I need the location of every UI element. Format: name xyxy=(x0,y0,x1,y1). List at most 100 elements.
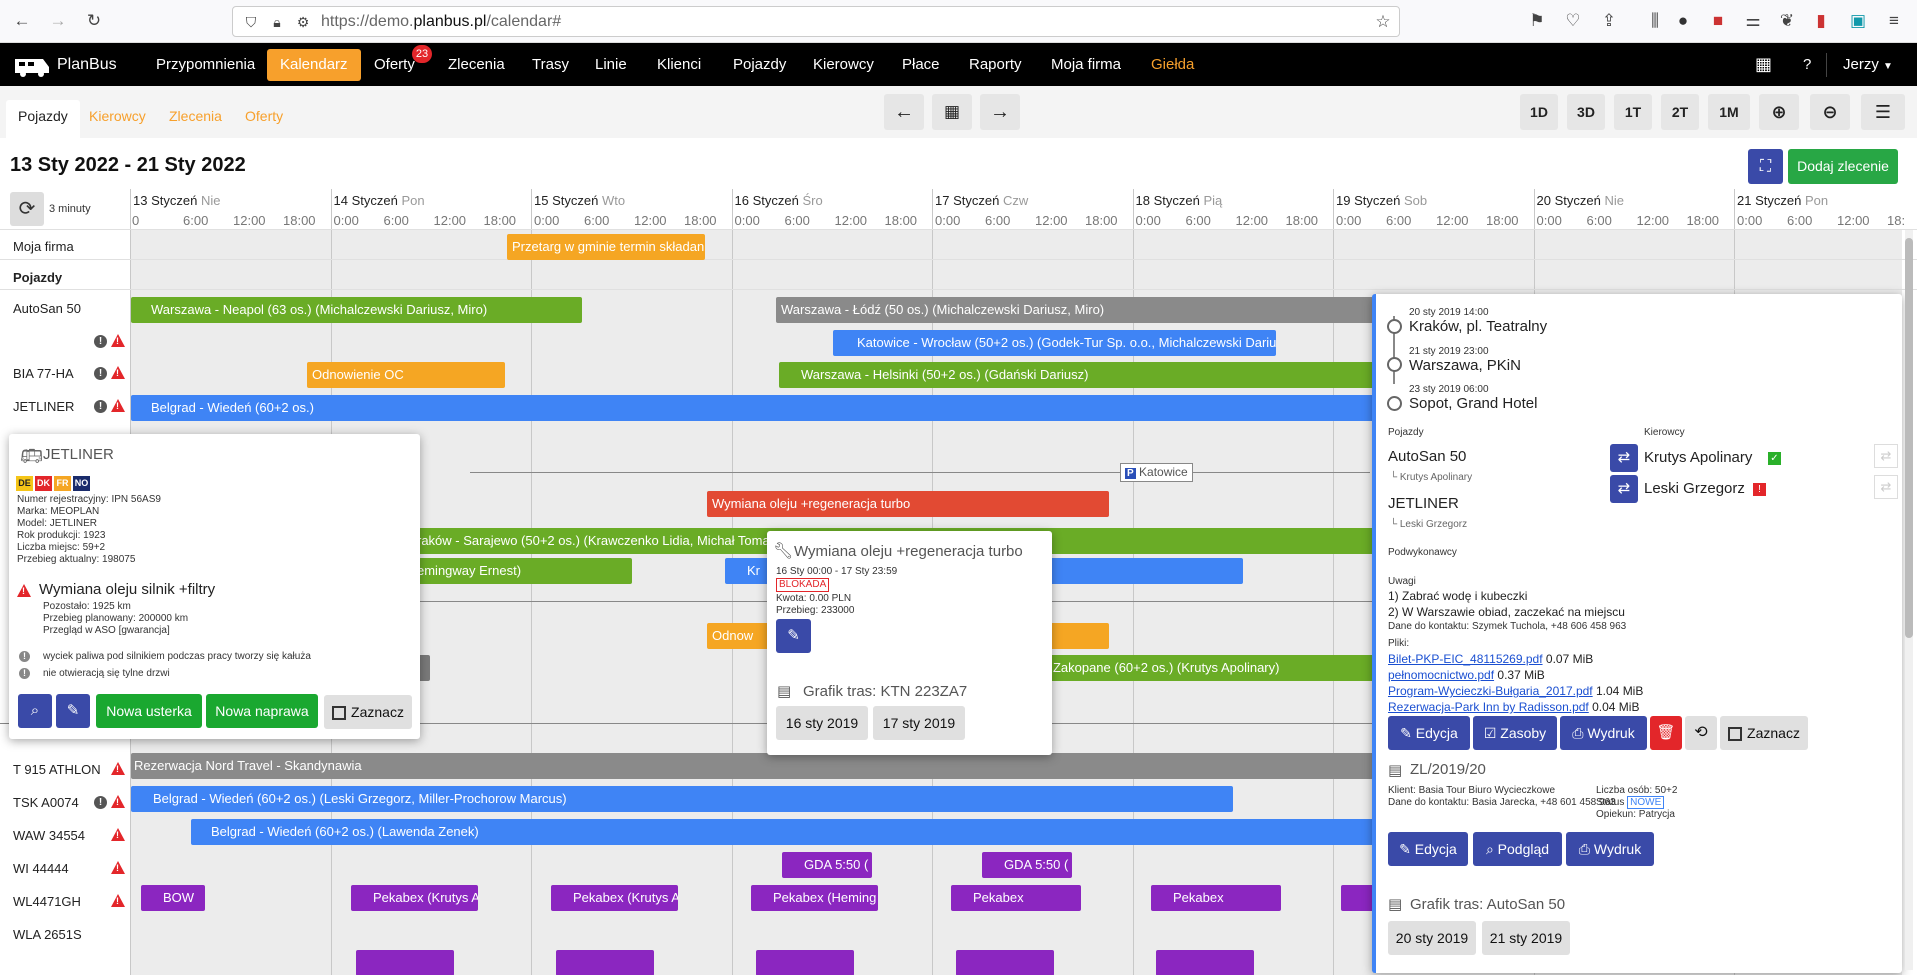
schedule-date-button[interactable]: 21 sty 2019 xyxy=(1482,921,1570,955)
edit-order-button[interactable]: ✎ Edycja xyxy=(1388,832,1468,866)
nav-reminders[interactable]: Przypomnienia xyxy=(156,43,255,86)
row-autosan[interactable]: AutoSan 50 xyxy=(13,301,81,316)
nav-offers[interactable]: Oferty xyxy=(374,43,415,86)
trip-helsinki[interactable]: Warszawa - Helsinki (50+2 os.) (Gdański … xyxy=(779,362,1379,388)
settings-sliders-icon[interactable]: ☰ xyxy=(1861,94,1905,130)
nav-clients[interactable]: Klienci xyxy=(657,43,701,86)
calendar-icon[interactable]: ▦ xyxy=(932,94,972,130)
nav-calendar[interactable]: Kalendarz xyxy=(267,49,361,81)
trip-bottom-5[interactable] xyxy=(1156,950,1254,975)
leaf-icon[interactable]: ❦ xyxy=(1777,11,1797,31)
save-icon[interactable]: ▣ xyxy=(1848,11,1868,31)
trip-bottom-3[interactable] xyxy=(756,950,854,975)
nav-reports[interactable]: Raporty xyxy=(969,43,1022,86)
info-icon[interactable]: ! xyxy=(94,796,107,809)
nav-vehicles[interactable]: Pojazdy xyxy=(733,43,786,86)
tab-offers[interactable]: Oferty xyxy=(245,108,283,124)
swap-disabled-icon[interactable]: ⇄ xyxy=(1874,475,1898,499)
globe-icon[interactable]: ● xyxy=(1673,11,1693,31)
grid-extension-icon[interactable]: ⚌ xyxy=(1743,11,1763,31)
trip-belgrad-3[interactable]: Belgrad - Wiedeń (60+2 os.) (Lawenda Zen… xyxy=(191,819,1381,845)
lock-icon[interactable]: 🔒︎ xyxy=(267,12,287,32)
forward-icon[interactable]: → xyxy=(48,11,68,31)
new-fault-button[interactable]: Nowa usterka xyxy=(96,694,202,728)
new-repair-button[interactable]: Nowa naprawa xyxy=(206,694,318,728)
battery-icon[interactable]: ▮ xyxy=(1811,11,1831,31)
back-icon[interactable]: ← xyxy=(12,11,32,31)
help-link[interactable]: ? xyxy=(1803,43,1811,86)
row-wla[interactable]: WLA 2651S xyxy=(13,927,82,942)
nav-exchange[interactable]: Giełda xyxy=(1151,43,1194,86)
tab-vehicles[interactable]: Pojazdy xyxy=(6,100,80,138)
bookmark-star-icon[interactable]: ☆ xyxy=(1373,12,1393,32)
nav-routes[interactable]: Trasy xyxy=(532,43,569,86)
trip-pekabex-5[interactable]: Pekabex xyxy=(1151,885,1281,911)
pocket-icon[interactable]: ♡ xyxy=(1563,11,1583,31)
info-icon[interactable]: ! xyxy=(94,400,107,413)
view-2t-button[interactable]: 2T xyxy=(1661,94,1699,130)
extension-icon[interactable]: ⚑ xyxy=(1527,11,1547,31)
file-link[interactable]: Program-Wycieczki-Bułgaria_2017.pdf xyxy=(1388,684,1593,698)
next-arrow-icon[interactable]: → xyxy=(980,94,1020,130)
vertical-scrollbar[interactable] xyxy=(1905,230,1913,970)
tab-orders[interactable]: Zlecenia xyxy=(169,108,222,124)
trip-belgrad[interactable]: Belgrad - Wiedeń (60+2 os.) xyxy=(131,395,1381,421)
trip-katowice[interactable]: Katowice - Wrocław (50+2 os.) (Godek-Tur… xyxy=(833,330,1276,356)
parking-marker[interactable]: P Katowice xyxy=(1120,463,1193,482)
nav-my-company[interactable]: Moja firma xyxy=(1051,43,1121,86)
tab-drivers[interactable]: Kierowcy xyxy=(89,108,146,124)
nav-lines[interactable]: Linie xyxy=(595,43,627,86)
row-bia[interactable]: BIA 77-HA xyxy=(13,366,74,381)
select-checkbox-button[interactable]: Zaznacz xyxy=(1720,716,1808,750)
zoom-out-icon[interactable]: ⊖ xyxy=(1810,94,1850,130)
trip-gda-1[interactable]: GDA 5:50 ( xyxy=(782,852,872,878)
warning-icon[interactable] xyxy=(111,894,125,907)
warning-icon[interactable] xyxy=(111,366,125,379)
share-icon[interactable]: ⇪ xyxy=(1599,11,1619,31)
file-link[interactable]: Rezerwacja-Park Inn by Radisson.pdf xyxy=(1388,700,1589,714)
history-icon[interactable]: ⟲ xyxy=(1685,716,1717,750)
fullscreen-icon[interactable]: ⛶ xyxy=(1748,149,1783,184)
refresh-icon[interactable]: ⟳ xyxy=(10,192,44,226)
edit-pencil-icon[interactable]: ✎ xyxy=(56,694,90,728)
trip-pekabex-1[interactable]: Pekabex (Krutys A xyxy=(351,885,478,911)
trip-neapol[interactable]: Warszawa - Neapol (63 os.) (Michalczewsk… xyxy=(131,297,582,323)
row-t915[interactable]: T 915 ATHLON xyxy=(13,762,101,777)
scrollbar-thumb[interactable] xyxy=(1905,238,1913,638)
info-icon[interactable]: ! xyxy=(94,367,107,380)
trip-bottom-4[interactable] xyxy=(956,950,1054,975)
trash-icon[interactable]: 🗑︎ xyxy=(1650,716,1682,750)
warning-icon[interactable] xyxy=(111,795,125,808)
event-insurance-renewal[interactable]: Odnowienie OC xyxy=(307,362,505,388)
trip-bottom-1[interactable] xyxy=(356,950,454,975)
user-menu[interactable]: Jerzy ▼ xyxy=(1843,43,1893,86)
preview-search-icon[interactable]: ⌕ xyxy=(18,694,52,728)
swap-disabled-icon[interactable]: ⇄ xyxy=(1874,444,1898,468)
nav-payroll[interactable]: Płace xyxy=(902,43,940,86)
row-tsk[interactable]: TSK A0074 xyxy=(13,795,79,810)
schedule-date-button[interactable]: 16 sty 2019 xyxy=(776,706,868,740)
zoom-in-icon[interactable]: ⊕ xyxy=(1759,94,1799,130)
add-order-button[interactable]: Dodaj zlecenie xyxy=(1788,149,1898,184)
nav-orders[interactable]: Zlecenia xyxy=(448,43,505,86)
row-jetliner[interactable]: JETLINER xyxy=(13,399,74,414)
schedule-date-button[interactable]: 20 sty 2019 xyxy=(1388,921,1476,955)
row-wl[interactable]: WL4471GH xyxy=(13,894,81,909)
extension-badge-icon[interactable]: ■ xyxy=(1708,11,1728,31)
menu-icon[interactable]: ≡ xyxy=(1884,11,1904,31)
row-wi[interactable]: WI 44444 xyxy=(13,861,69,876)
trip-bow[interactable]: BOW xyxy=(141,885,205,911)
service-oil-turbo[interactable]: Wymiana oleju +regeneracja turbo xyxy=(707,491,1109,517)
file-link[interactable]: pełnomocnictwo.pdf xyxy=(1388,668,1494,682)
row-waw[interactable]: WAW 34554 xyxy=(13,828,85,843)
nav-drivers[interactable]: Kierowcy xyxy=(813,43,874,86)
view-3d-button[interactable]: 3D xyxy=(1567,94,1605,130)
warning-icon[interactable] xyxy=(111,334,125,347)
assigned-vehicle[interactable]: JETLINER xyxy=(1388,495,1459,512)
view-1t-button[interactable]: 1T xyxy=(1614,94,1652,130)
assigned-driver[interactable]: Leski Grzegorz xyxy=(1644,480,1745,497)
edit-pencil-icon[interactable]: ✎ xyxy=(776,619,811,653)
print-order-button[interactable]: ⎙ Wydruk xyxy=(1566,832,1654,866)
reload-icon[interactable]: ↻ xyxy=(84,11,104,31)
view-1d-button[interactable]: 1D xyxy=(1520,94,1558,130)
